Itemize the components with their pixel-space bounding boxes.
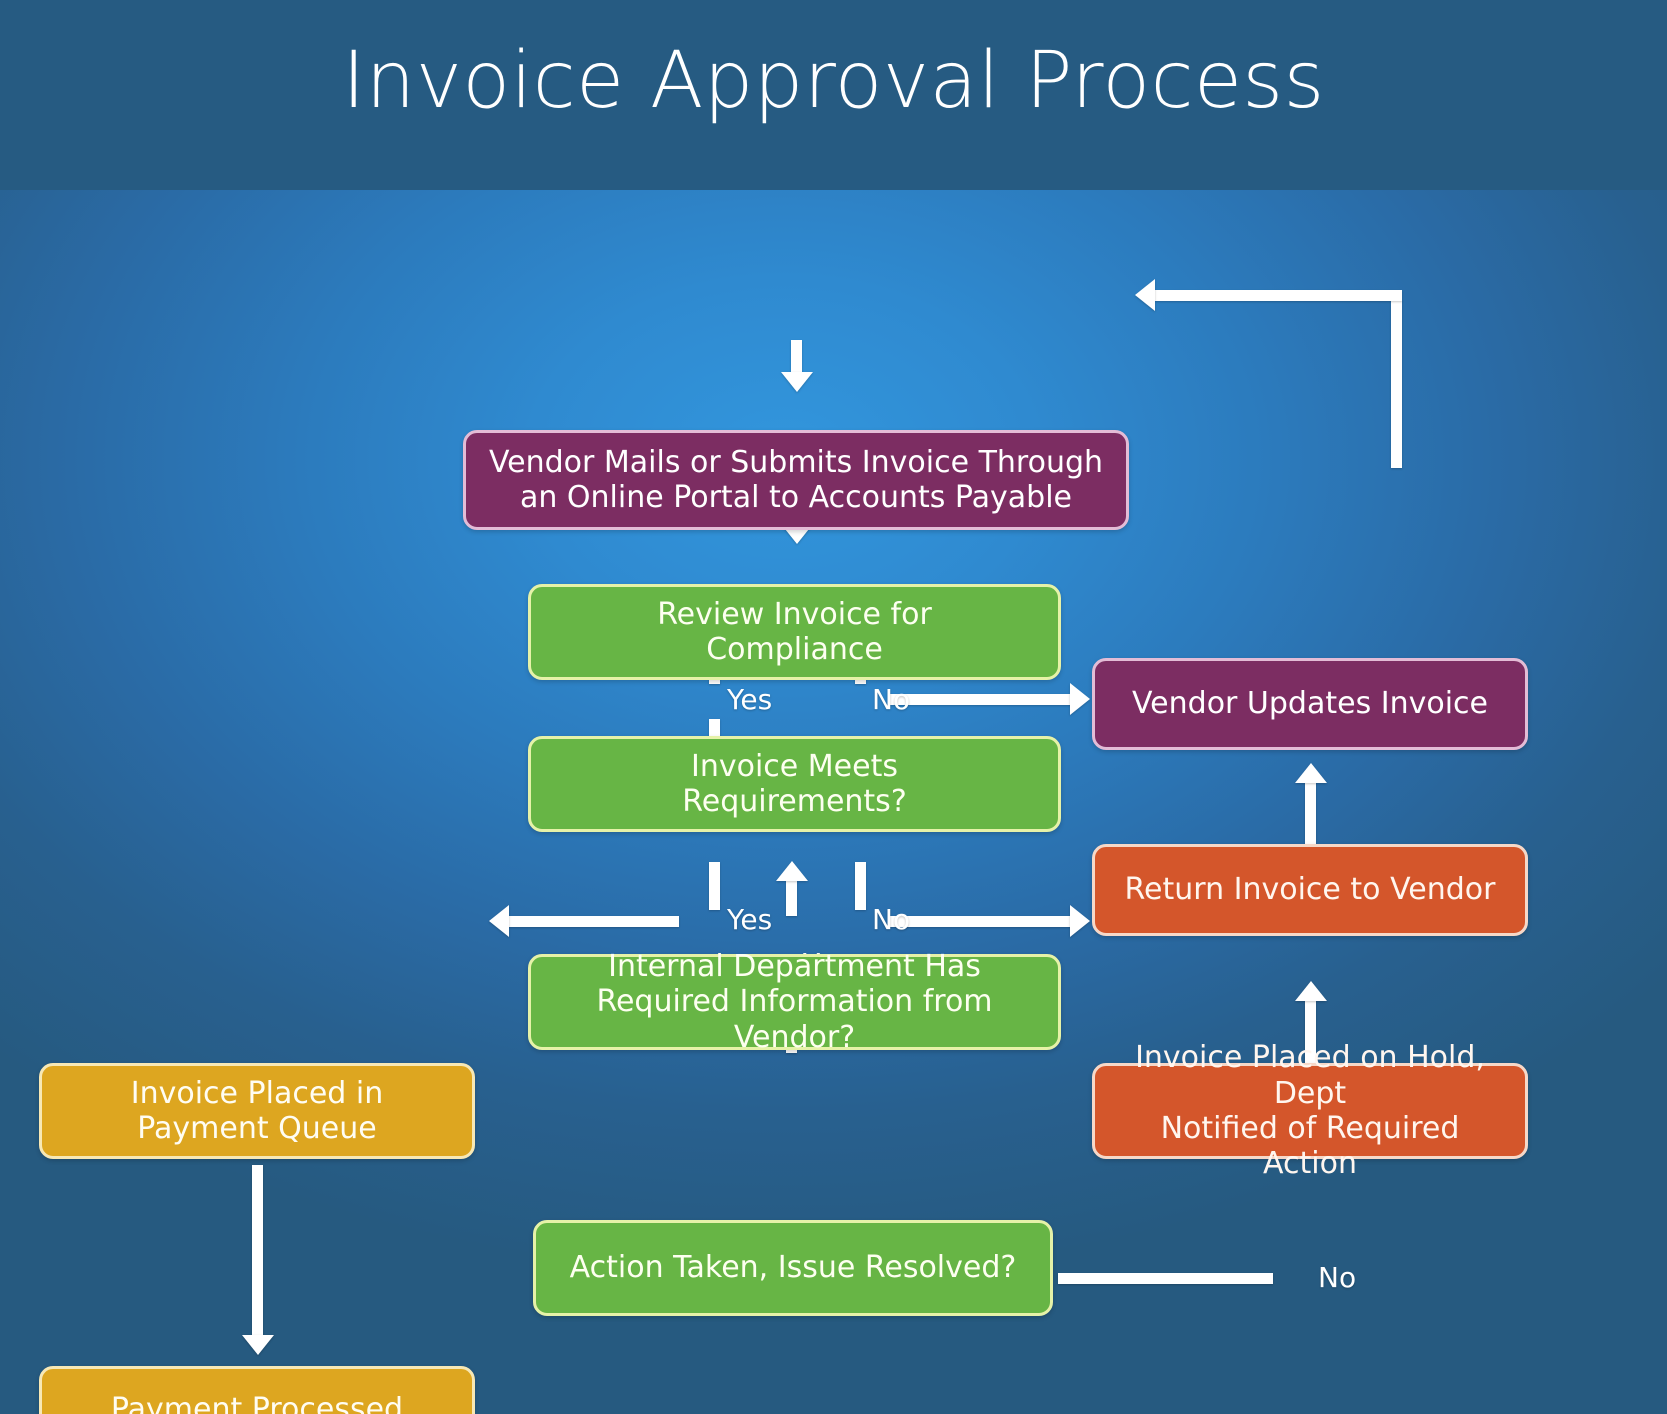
diagram-background: Yes No Yes No Yes No Vendor Mails or Sub… (0, 190, 1667, 1414)
edge-label-meets-no: No (872, 683, 911, 716)
node-label-line1: Internal Department Has (608, 948, 981, 984)
connector-internal-no-stub (855, 862, 866, 910)
connector-vendorupdates-up (1391, 300, 1402, 468)
node-label-line2: Requirements? (682, 784, 907, 819)
connector-meets-no-horizontal (890, 694, 1073, 705)
node-label-line2: Required Information from Vendor? (596, 984, 993, 1055)
node-label-line1: Action Taken, Issue Resolved? (569, 1250, 1017, 1286)
node-payment-processed[interactable]: Payment Processed (39, 1366, 475, 1414)
connector-queue-to-processed (252, 1165, 263, 1337)
node-label-line2: Payment Queue (137, 1111, 377, 1146)
edge-label-internal-yes: Yes (727, 903, 773, 936)
node-invoice-placed-in-payment-queue[interactable]: Invoice Placed in Payment Queue (39, 1063, 475, 1159)
node-invoice-placed-on-hold[interactable]: Invoice Placed on Hold, Dept Notified of… (1092, 1040, 1528, 1181)
node-label-line1: Vendor Mails or Submits Invoice Through (488, 444, 1104, 480)
node-label-line1: Vendor Updates Invoice (1131, 686, 1488, 722)
connector-return-to-vendorupdates (1305, 782, 1316, 844)
node-label-line1: Payment Processed (110, 1392, 404, 1414)
node-label-line2: an Online Portal to Accounts Payable (519, 480, 1072, 515)
node-vendor-submits-invoice[interactable]: Vendor Mails or Submits Invoice Through … (463, 430, 1129, 530)
connector-internal-no-horizontal (890, 916, 1073, 927)
node-return-invoice-to-vendor[interactable]: Return Invoice to Vendor (1092, 844, 1528, 936)
node-vendor-updates-invoice[interactable]: Vendor Updates Invoice (1092, 658, 1528, 750)
header-bar: Invoice Approval Process (0, 0, 1667, 190)
connector-actiontaken-yes-upper (786, 880, 797, 916)
arrowhead-internal-yes (489, 905, 509, 937)
node-invoice-meets-requirements[interactable]: Invoice Meets Requirements? (528, 736, 1061, 832)
arrowhead-queue-to-processed (242, 1335, 274, 1355)
connector-vendorupdates-across (1155, 290, 1402, 301)
connector-submits-to-review (791, 340, 802, 374)
flowchart-canvas: Invoice Approval Process Yes No Yes No N… (0, 0, 1667, 1414)
node-action-taken-issue-resolved[interactable]: Action Taken, Issue Resolved? (533, 1220, 1053, 1316)
arrowhead-actiontaken-no (1295, 981, 1327, 1001)
node-label-line2: Notified of Required Action (1160, 1111, 1460, 1182)
arrowhead-actiontaken-yes (776, 861, 808, 881)
arrowhead-vendorupdates-to-submits (1135, 279, 1155, 311)
connector-actiontaken-no-horizontal (1058, 1273, 1273, 1284)
node-label-line2: Compliance (706, 632, 883, 667)
node-internal-department-has-required-information[interactable]: Internal Department Has Required Informa… (528, 949, 1061, 1055)
node-label-line1: Review Invoice for (657, 596, 932, 632)
arrowhead-return-to-vendorupdates (1295, 763, 1327, 783)
page-title: Invoice Approval Process (342, 36, 1325, 126)
edge-label-actiontaken-no: No (1318, 1261, 1357, 1294)
arrowhead-meets-no (1070, 683, 1090, 715)
edge-label-meets-yes: Yes (727, 683, 773, 716)
node-label-line1: Return Invoice to Vendor (1124, 872, 1496, 908)
arrowhead-internal-no (1070, 905, 1090, 937)
connector-internal-yes-horizontal (509, 916, 679, 927)
node-review-invoice-for-compliance[interactable]: Review Invoice for Compliance (528, 584, 1061, 680)
node-label-line1: Invoice Meets (691, 748, 898, 784)
node-label-line1: Invoice Placed on Hold, Dept (1135, 1040, 1485, 1111)
connector-internal-yes-stub (709, 862, 720, 910)
edge-label-internal-no: No (872, 903, 911, 936)
node-label-line1: Invoice Placed in (130, 1075, 384, 1111)
arrowhead-submits-to-review (781, 372, 813, 392)
